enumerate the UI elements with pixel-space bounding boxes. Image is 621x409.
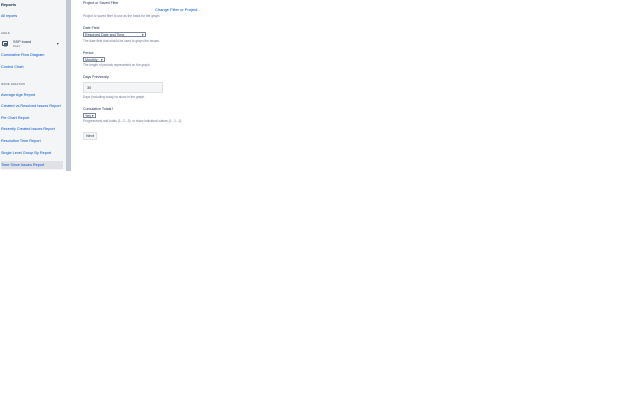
sidebar-item-recently-created-issues[interactable]: Recently Created Issues Report <box>1 127 61 131</box>
dropdown-arrow-icon: ▼ <box>141 33 145 37</box>
days-previously-label: Days Previously <box>83 75 109 79</box>
sidebar-item-pie-chart-report[interactable]: Pie Chart Report <box>1 116 61 120</box>
issue-analysis-section-heading: ISSUE ANALYSIS <box>1 83 26 86</box>
dropdown-arrow-icon: ▼ <box>100 58 104 62</box>
sidebar-item-single-level-group-by[interactable]: Single Level Group By Report <box>1 151 61 155</box>
cumulative-totals-select[interactable]: Yes ▼ <box>83 113 96 118</box>
period-label: Period <box>83 51 94 55</box>
sidebar-scrollbar[interactable] <box>66 0 71 171</box>
period-help: The length of periods represented on the… <box>83 63 151 67</box>
period-value: Monthly <box>85 58 98 62</box>
date-field-label: Date Field <box>83 26 100 30</box>
change-filter-link[interactable]: Change Filter or Project... <box>155 7 201 12</box>
agile-section-heading: AGILE <box>1 32 10 35</box>
sidebar-item-average-age-report[interactable]: Average Age Report <box>1 93 61 97</box>
sidebar-title: Reports <box>1 2 17 7</box>
sidebar-item-created-vs-resolved[interactable]: Created vs Resolved Issues Report <box>1 104 61 108</box>
date-field-help: The date field that should be used to gr… <box>83 39 160 43</box>
board-icon <box>2 41 8 46</box>
next-button[interactable]: Next <box>83 132 97 140</box>
board-type: Board <box>13 44 20 48</box>
chevron-down-icon[interactable]: ▼ <box>56 42 59 46</box>
cumulative-totals-value: Yes <box>85 114 91 118</box>
days-previously-help: Days (including today) to show in the gr… <box>83 95 146 99</box>
cumulative-totals-help: Progressively add totals (1...2...3), or… <box>83 119 183 123</box>
sidebar-item-cumulative-flow-diagram[interactable]: Cumulative Flow Diagram <box>1 53 61 57</box>
cumulative-totals-label: Cumulative Totals? <box>83 107 114 111</box>
sidebar-item-time-since-issues[interactable]: Time Since Issues Report <box>1 161 63 169</box>
sidebar-item-control-chart[interactable]: Control Chart <box>1 65 61 69</box>
filter-help: Project or saved filter to use as the ba… <box>83 14 161 18</box>
filter-label: Project or Saved Filter <box>83 1 119 5</box>
sidebar-item-resolution-time-report[interactable]: Resolution Time Report <box>1 139 61 143</box>
period-select[interactable]: Monthly ▼ <box>83 57 105 62</box>
board-selector[interactable]: SSP board Board ▼ <box>1 40 63 49</box>
dropdown-arrow-icon: ▼ <box>91 114 95 118</box>
reports-sidebar: Reports All reports AGILE SSP board Boar… <box>0 0 66 170</box>
all-reports-link[interactable]: All reports <box>1 14 17 18</box>
board-name: SSP board <box>13 40 32 44</box>
days-previously-input[interactable]: 30 <box>83 82 163 93</box>
date-field-value: Resolved Date and Time <box>85 33 125 37</box>
date-field-select[interactable]: Resolved Date and Time ▼ <box>83 32 146 37</box>
